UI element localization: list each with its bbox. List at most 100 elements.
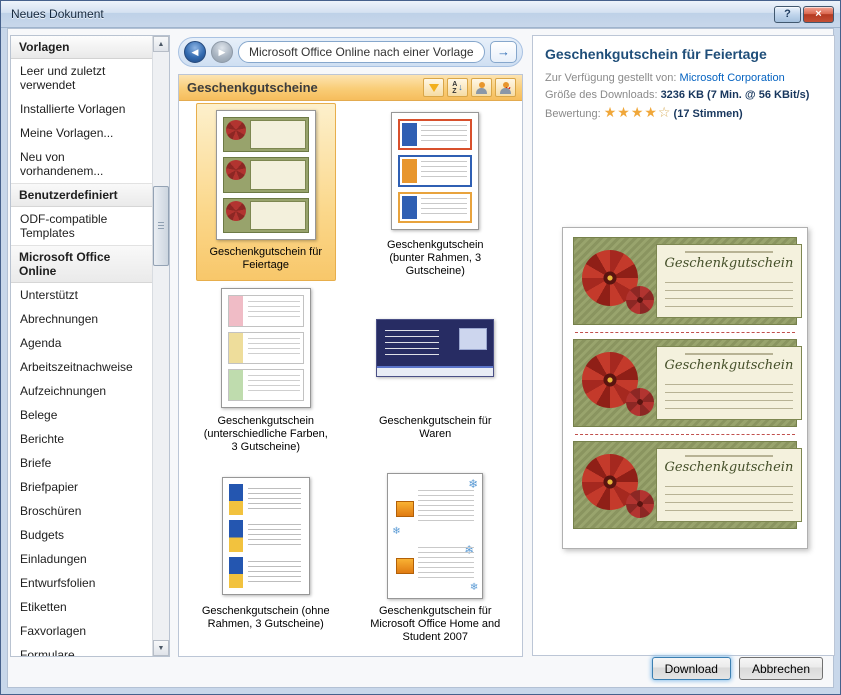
sidebar-item-einladungen[interactable]: Einladungen xyxy=(11,547,152,571)
poinsettia-icon xyxy=(581,352,654,416)
sidebar-header-vorlagen: Vorlagen xyxy=(11,36,152,59)
sidebar-item-broschueren[interactable]: Broschüren xyxy=(11,499,152,523)
person-icon xyxy=(476,81,487,94)
sidebar-item-leer-und-zuletzt[interactable]: Leer und zuletzt verwendet xyxy=(11,59,152,97)
sidebar-header-office-online: Microsoft Office Online xyxy=(11,245,152,283)
template-caption: Geschenkgutschein für Waren xyxy=(378,415,492,440)
certificate-title: Geschenkgutschein xyxy=(664,358,794,373)
help-button[interactable]: ? xyxy=(774,5,801,23)
dialog-footer: Download Abbrechen xyxy=(651,657,823,680)
provided-by-row: Zur Verfügung gestellt von: Microsoft Co… xyxy=(545,70,824,87)
new-document-dialog: Neues Dokument ? × Vorlagen Leer und zul… xyxy=(0,0,841,695)
funnel-icon xyxy=(428,83,439,92)
template-item-ohne-rahmen[interactable]: Geschenkgutschein (ohne Rahmen, 3 Gutsch… xyxy=(196,467,336,654)
sort-az-button[interactable]: AZ ↓ xyxy=(447,78,468,97)
rating-star-empty: ☆ xyxy=(657,104,671,120)
search-go-button[interactable]: → xyxy=(490,41,517,63)
sidebar-header-benutzerdefiniert: Benutzerdefiniert xyxy=(11,183,152,207)
cut-line xyxy=(573,427,797,441)
filter-button[interactable] xyxy=(423,78,444,97)
download-button[interactable]: Download xyxy=(651,657,731,680)
template-item-feiertage[interactable]: Geschenkgutschein für Feiertage xyxy=(195,103,336,281)
poinsettia-icon xyxy=(581,454,654,518)
template-caption: Geschenkgutschein (unterschiedliche Farb… xyxy=(203,415,328,453)
template-thumbnail-home-student: ❄ ❄ ❄ ❄ xyxy=(387,473,484,599)
provider-link[interactable]: Microsoft Corporation xyxy=(680,72,785,84)
certificate-title: Geschenkgutschein xyxy=(664,460,794,475)
sidebar-item-agenda[interactable]: Agenda xyxy=(11,331,152,355)
sort-az-icon: AZ ↓ xyxy=(452,80,463,95)
sidebar-item-berichte[interactable]: Berichte xyxy=(11,427,152,451)
sidebar-item-belege[interactable]: Belege xyxy=(11,403,152,427)
close-button[interactable]: × xyxy=(803,5,834,23)
poinsettia-icon xyxy=(581,250,654,314)
titlebar[interactable]: Neues Dokument ? × xyxy=(1,1,840,28)
template-caption: Geschenkgutschein (ohne Rahmen, 3 Gutsch… xyxy=(201,605,330,630)
preview-panel: Geschenkgutschein für Feiertage Zur Verf… xyxy=(532,35,835,656)
gallery-toolbar: AZ ↓ × xyxy=(423,78,516,97)
rating-votes: (17 Stimmen) xyxy=(673,108,743,120)
sidebar-item-faxvorlagen[interactable]: Faxvorlagen xyxy=(11,619,152,643)
template-thumbnail-bunter-rahmen xyxy=(391,112,480,230)
rating-label: Bewertung: xyxy=(545,108,601,120)
size-value: 3236 KB (7 Min. @ 56 KBit/s) xyxy=(660,89,810,101)
scroll-down-icon[interactable]: ▼ xyxy=(153,640,169,656)
community-templates-button[interactable] xyxy=(471,78,492,97)
rating-row: Bewertung: ★★★★☆ (17 Stimmen) xyxy=(545,104,824,123)
sidebar-item-neu-von-vorhandenem[interactable]: Neu von vorhandenem... xyxy=(11,145,152,183)
certificate-title: Geschenkgutschein xyxy=(664,256,794,271)
sidebar-item-meine-vorlagen[interactable]: Meine Vorlagen... xyxy=(11,121,152,145)
sidebar-item-abrechnungen[interactable]: Abrechnungen xyxy=(11,307,152,331)
template-caption: Geschenkgutschein (bunter Rahmen, 3 Guts… xyxy=(386,239,484,277)
scrollbar-thumb[interactable] xyxy=(153,186,169,266)
sidebar-item-aufzeichnungen[interactable]: Aufzeichnungen xyxy=(11,379,152,403)
template-thumbnail-waren xyxy=(376,319,495,377)
template-thumbnail-unterschiedliche-farben xyxy=(220,288,311,408)
sidebar-item-briefe[interactable]: Briefe xyxy=(11,451,152,475)
template-thumbnail-feiertage xyxy=(215,110,316,240)
sidebar-item-unterstuetzt[interactable]: Unterstützt xyxy=(11,283,152,307)
search-navbar: ◀ ▶ → xyxy=(178,37,523,67)
sidebar-item-entwurfsfolien[interactable]: Entwurfsfolien xyxy=(11,571,152,595)
template-grid: Geschenkgutschein für Feiertage Geschenk… xyxy=(179,101,522,656)
template-caption: Geschenkgutschein für Feiertage xyxy=(209,246,322,271)
gift-certificate-preview: Geschenkgutschein xyxy=(572,441,803,529)
sidebar-item-formulare[interactable]: Formulare xyxy=(11,643,152,656)
sidebar-item-odf-templates[interactable]: ODF-compatible Templates xyxy=(11,207,152,245)
gallery-title: Geschenkgutscheine xyxy=(187,80,318,95)
preview-title: Geschenkgutschein für Feiertage xyxy=(545,46,767,62)
sidebar-item-budgets[interactable]: Budgets xyxy=(11,523,152,547)
template-preview-image: Geschenkgutschein Geschenkgutschein Gesc… xyxy=(561,227,808,549)
rating-stars-filled: ★★★★ xyxy=(603,104,658,120)
cancel-button[interactable]: Abbrechen xyxy=(738,657,823,680)
search-input[interactable] xyxy=(238,41,485,63)
template-item-unterschiedliche-farben[interactable]: Geschenkgutschein (unterschiedliche Farb… xyxy=(196,281,336,467)
template-item-bunter-rahmen[interactable]: Geschenkgutschein (bunter Rahmen, 3 Guts… xyxy=(365,103,505,281)
sidebar-item-arbeitszeitnachweise[interactable]: Arbeitszeitnachweise xyxy=(11,355,152,379)
template-gallery: Geschenkgutscheine AZ ↓ × Geschenkgutsch… xyxy=(178,74,523,657)
dialog-body: Vorlagen Leer und zuletzt verwendet Inst… xyxy=(7,28,835,688)
window-title: Neues Dokument xyxy=(11,7,104,21)
sidebar-item-etiketten[interactable]: Etiketten xyxy=(11,595,152,619)
sidebar-item-installierte-vorlagen[interactable]: Installierte Vorlagen xyxy=(11,97,152,121)
sidebar-scrollbar[interactable]: ▲ ▼ xyxy=(152,36,169,656)
cut-line xyxy=(573,325,797,339)
gallery-header: Geschenkgutscheine AZ ↓ × xyxy=(179,75,522,101)
category-sidebar: Vorlagen Leer und zuletzt verwendet Inst… xyxy=(10,35,170,657)
titlebar-buttons: ? × xyxy=(774,5,840,23)
template-item-home-student[interactable]: ❄ ❄ ❄ ❄ Geschenkgutschein für Microsoft … xyxy=(365,467,505,654)
back-button[interactable]: ◀ xyxy=(184,41,206,63)
gift-certificate-preview: Geschenkgutschein xyxy=(572,339,803,427)
template-item-waren[interactable]: Geschenkgutschein für Waren xyxy=(365,281,505,467)
hide-community-button[interactable]: × xyxy=(495,78,516,97)
sidebar-item-briefpapier[interactable]: Briefpapier xyxy=(11,475,152,499)
template-thumbnail-ohne-rahmen xyxy=(221,477,310,595)
size-label: Größe des Downloads: xyxy=(545,89,658,101)
category-list: Vorlagen Leer und zuletzt verwendet Inst… xyxy=(11,36,152,656)
provided-by-label: Zur Verfügung gestellt von: xyxy=(545,72,677,84)
download-size-row: Größe des Downloads: 3236 KB (7 Min. @ 5… xyxy=(545,87,824,104)
forward-button: ▶ xyxy=(211,41,233,63)
gift-certificate-preview: Geschenkgutschein xyxy=(572,237,803,325)
person-remove-icon: × xyxy=(500,81,511,95)
scroll-up-icon[interactable]: ▲ xyxy=(153,36,169,52)
